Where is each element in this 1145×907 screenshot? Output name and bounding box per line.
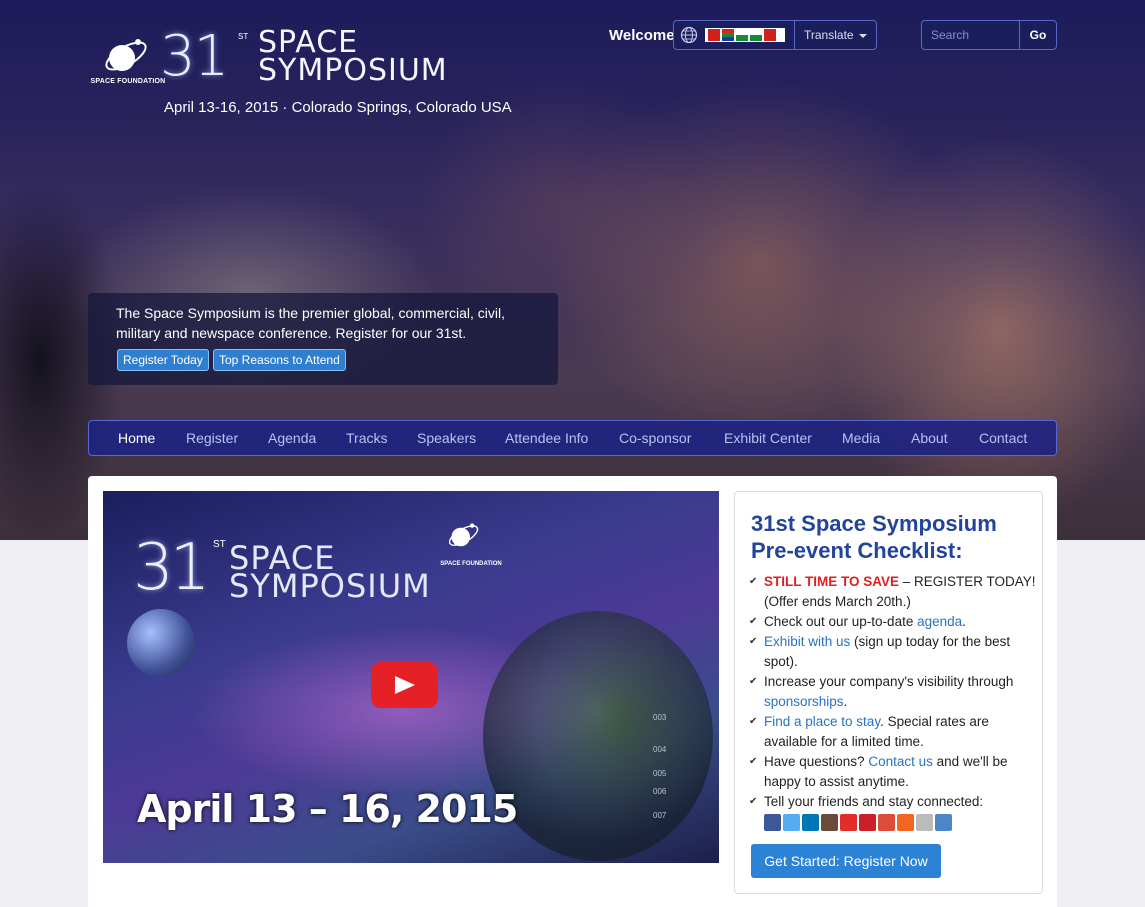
nav-contact[interactable]: Contact <box>979 430 1027 446</box>
intro-panel: The Space Symposium is the premier globa… <box>88 293 558 385</box>
list-item: Find a place to stay. Special rates are … <box>749 712 1039 752</box>
agenda-link[interactable]: agenda <box>917 614 962 629</box>
logo-org-name: SPACE FOUNDATION <box>90 78 166 85</box>
video-logo-number: 31 <box>133 531 210 605</box>
language-flags[interactable] <box>705 28 785 42</box>
site-logo[interactable]: SPACE FOUNDATION 31 ST SPACE SYMPOSIUM <box>91 24 560 92</box>
promo-video[interactable]: 31 ST SPACE SYMPOSIUM SPACE FOUNDATION 0… <box>103 491 719 863</box>
planet-graphic <box>127 609 195 677</box>
search-input[interactable] <box>921 20 1020 50</box>
nav-register[interactable]: Register <box>186 430 238 446</box>
sponsorships-link[interactable]: sponsorships <box>764 694 844 709</box>
translate-widget[interactable]: Translate <box>673 20 877 50</box>
list-item-text: Tell your friends and stay connected: <box>764 794 984 809</box>
nav-media[interactable]: Media <box>842 430 880 446</box>
welcome-text: Welcome <box>609 27 675 44</box>
redcross-flag-icon[interactable] <box>764 29 776 41</box>
checklist-title: 31st Space Symposium Pre-event Checklist… <box>751 511 997 563</box>
play-button[interactable] <box>371 662 438 708</box>
nav-attendee-info[interactable]: Attendee Info <box>505 430 588 446</box>
main-nav: Home Register Agenda Tracks Speakers Att… <box>88 420 1057 456</box>
video-date: April 13 – 16, 2015 <box>137 787 518 831</box>
list-item-text: . <box>843 694 848 709</box>
video-logo-org: SPACE FOUNDATION <box>440 561 502 567</box>
youtube-icon[interactable] <box>840 814 857 831</box>
search-go-button[interactable]: Go <box>1019 20 1057 50</box>
video-logo-symposium: SYMPOSIUM <box>229 567 431 605</box>
southafrica-flag-icon[interactable] <box>722 29 734 41</box>
checklist-items: STILL TIME TO SAVE – REGISTER TODAY! (Of… <box>749 572 1039 831</box>
globe-icon <box>680 26 698 44</box>
lodging-link[interactable]: Find a place to stay <box>764 714 880 729</box>
hud-code: 006 <box>653 787 667 796</box>
nav-speakers[interactable]: Speakers <box>417 430 476 446</box>
video-logo-ordinal: ST <box>213 539 226 550</box>
instagram-icon[interactable] <box>821 814 838 831</box>
caret-down-icon <box>858 33 867 38</box>
register-today-button[interactable]: Register Today <box>117 349 209 371</box>
register-now-button[interactable]: Get Started: Register Now <box>751 844 941 878</box>
list-item: Tell your friends and stay connected: <box>749 792 1039 831</box>
social-icons <box>764 814 1039 831</box>
event-tagline: April 13-16, 2015 · Colorado Springs, Co… <box>164 99 512 116</box>
translate-dropdown[interactable]: Translate <box>804 28 867 42</box>
hud-code: 007 <box>653 811 667 820</box>
nav-home[interactable]: Home <box>118 430 155 446</box>
nav-tracks[interactable]: Tracks <box>346 430 387 446</box>
save-highlight: STILL TIME TO SAVE <box>764 574 900 589</box>
logo-number: 31 <box>160 24 229 89</box>
googleplus-icon[interactable] <box>878 814 895 831</box>
flickr-icon[interactable] <box>935 814 952 831</box>
list-item-text: Have questions? <box>764 754 869 769</box>
linkedin-icon[interactable] <box>802 814 819 831</box>
nav-about[interactable]: About <box>911 430 948 446</box>
list-item-text: Increase your company's visibility throu… <box>764 674 1014 689</box>
pre-event-checklist: 31st Space Symposium Pre-event Checklist… <box>734 491 1043 894</box>
hud-code: 003 <box>653 713 667 722</box>
nav-cosponsor[interactable]: Co-sponsor <box>619 430 691 446</box>
logo-ordinal: ST <box>238 32 249 41</box>
email-icon[interactable] <box>916 814 933 831</box>
translate-label: Translate <box>804 28 854 42</box>
nav-exhibit-center[interactable]: Exhibit Center <box>724 430 812 446</box>
pinterest-icon[interactable] <box>859 814 876 831</box>
main-content: 31 ST SPACE SYMPOSIUM SPACE FOUNDATION 0… <box>88 476 1057 907</box>
list-item-text: . <box>962 614 966 629</box>
list-item: Exhibit with us (sign up today for the b… <box>749 632 1039 672</box>
twitter-icon[interactable] <box>783 814 800 831</box>
space-foundation-emblem-icon <box>448 523 479 547</box>
nav-agenda[interactable]: Agenda <box>268 430 316 446</box>
video-hud-codes: 003 004 005 006 007 <box>653 711 666 823</box>
welsh-dragon-flag-icon[interactable] <box>750 29 762 41</box>
hud-code: 005 <box>653 769 667 778</box>
logo-line-symposium: SYMPOSIUM <box>258 53 448 88</box>
translate-divider <box>794 21 795 49</box>
wales-flag-icon[interactable] <box>736 29 748 41</box>
rss-icon[interactable] <box>897 814 914 831</box>
top-reasons-button[interactable]: Top Reasons to Attend <box>213 349 346 371</box>
list-item: Increase your company's visibility throu… <box>749 672 1039 712</box>
vietnam-flag-icon[interactable] <box>708 29 720 41</box>
list-item: Check out our up-to-date agenda. <box>749 612 1039 632</box>
astronaut-helmet-graphic <box>483 611 713 861</box>
exhibit-link[interactable]: Exhibit with us <box>764 634 850 649</box>
facebook-icon[interactable] <box>764 814 781 831</box>
hero-banner: SPACE FOUNDATION 31 ST SPACE SYMPOSIUM A… <box>0 0 1145 540</box>
contact-link[interactable]: Contact us <box>868 754 933 769</box>
intro-text: The Space Symposium is the premier globa… <box>116 305 506 341</box>
play-icon <box>395 676 415 694</box>
hud-code: 004 <box>653 745 667 754</box>
list-item-text: Check out our up-to-date <box>764 614 918 629</box>
list-item: STILL TIME TO SAVE – REGISTER TODAY! (Of… <box>749 572 1039 612</box>
list-item: Have questions? Contact us and we'll be … <box>749 752 1039 792</box>
